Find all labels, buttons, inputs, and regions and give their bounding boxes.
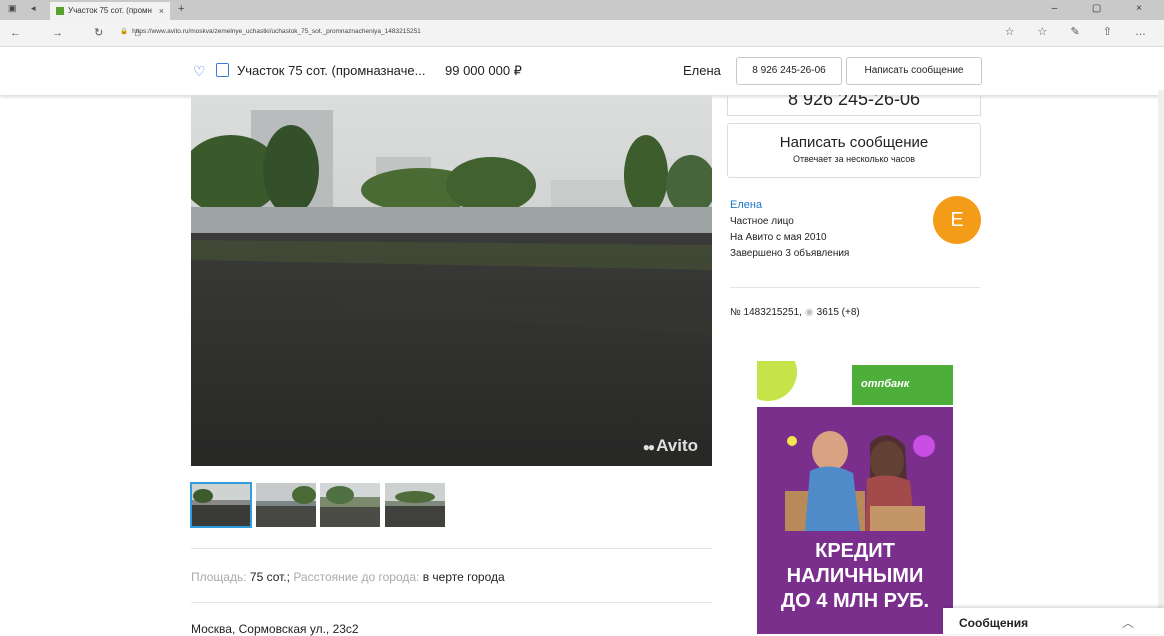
distance-value: в черте города: [422, 570, 505, 584]
view-count: 3615 (+8): [816, 307, 860, 318]
area-value: 75 сот.;: [249, 570, 290, 584]
listing-price: 99 000 000 ₽: [445, 63, 522, 78]
window-controls[interactable]: – ▢ ×: [1052, 3, 1158, 14]
banner-line-3: ДО 4 МЛН РУБ.: [780, 590, 930, 612]
ad-number: № 1483215251,: [730, 307, 802, 318]
sticky-header: ♡ Участок 75 сот. (промназначе... 99 000…: [0, 47, 1164, 95]
banner-text: КРЕДИТ НАЛИЧНЫМИ ДО 4 МЛН РУБ.: [757, 539, 953, 614]
area-label: Площадь:: [191, 570, 247, 584]
address-bar: ← → ↻ ⌂ 🔒 https://www.avito.ru/moskva/zem…: [0, 20, 1164, 47]
seller-name-link[interactable]: Елена: [730, 199, 762, 211]
scrollbar[interactable]: [1158, 90, 1164, 634]
write-message-button[interactable]: Написать сообщение: [846, 57, 982, 85]
browser-tab-bar: ▣ ◂ Участок 75 сот. (промн × + – ▢ ×: [0, 0, 1164, 20]
seller-since: На Авито с мая 2010: [730, 232, 827, 243]
messages-panel[interactable]: Сообщения ︿: [943, 608, 1164, 634]
bank-logo: отпбанк: [861, 378, 910, 390]
thumbnail-2[interactable]: [256, 483, 316, 527]
browser-tab[interactable]: Участок 75 сот. (промн ×: [50, 2, 170, 20]
url-field[interactable]: 🔒 https://www.avito.ru/moskva/zemelnye_uc…: [120, 27, 421, 35]
listing-params: Площадь: 75 сот.; Расстояние до города: …: [191, 570, 505, 584]
main-photo[interactable]: ●● Avito: [191, 95, 712, 466]
tab-close-icon[interactable]: ×: [159, 2, 164, 20]
new-tab-button[interactable]: +: [178, 3, 184, 15]
thumbnail-image: [191, 483, 251, 527]
thumbnail-1[interactable]: [190, 482, 252, 528]
toolbar-icons[interactable]: ☆ ☆ ✎ ⇧ …: [1005, 25, 1156, 38]
url-text: https://www.avito.ru/moskva/zemelnye_uch…: [132, 28, 421, 35]
distance-label: Расстояние до города:: [293, 570, 420, 584]
chevron-up-icon[interactable]: ︿: [1122, 614, 1134, 631]
avito-logo-icon: ●●: [642, 440, 655, 454]
thumbnail-image: [385, 483, 445, 527]
ad-number-views: № 1483215251, ◉ 3615 (+8): [730, 307, 860, 318]
divider: [191, 548, 712, 549]
eye-icon: ◉: [804, 307, 814, 318]
avito-watermark: ●● Avito: [643, 436, 698, 456]
seller-type: Частное лицо: [730, 216, 794, 227]
favorite-heart-icon[interactable]: ♡: [193, 63, 206, 80]
thumbnail-4[interactable]: [385, 483, 445, 527]
watermark-text: Avito: [656, 436, 698, 455]
couple-image: [785, 431, 925, 531]
divider: [191, 602, 712, 603]
land-plot-photo: [191, 95, 712, 466]
thumbnail-image: [320, 483, 380, 527]
banner-line-1: КРЕДИТ: [815, 540, 895, 562]
messages-label: Сообщения: [959, 616, 1029, 630]
seller-name-header[interactable]: Елена: [683, 63, 721, 78]
write-message-box[interactable]: Написать сообщение Отвечает за несколько…: [727, 123, 981, 178]
favicon-icon: [56, 6, 64, 15]
thumbnail-image: [256, 483, 316, 527]
response-time: Отвечает за несколько часов: [792, 154, 916, 164]
banner-line-2: НАЛИЧНЫМИ: [786, 565, 924, 587]
lock-icon: 🔒: [120, 28, 129, 35]
otp-bank-ad-banner[interactable]: отпбанк КРЕДИТ НАЛИЧНЫМИ ДО 4 МЛН РУБ.: [757, 361, 953, 634]
seller-avatar[interactable]: E: [933, 196, 981, 244]
divider: [730, 287, 980, 288]
show-phone-button[interactable]: 8 926 245-26-06: [736, 57, 842, 85]
thumbnail-3[interactable]: [320, 483, 380, 527]
tab-title: Участок 75 сот. (промн: [68, 6, 152, 15]
listing-title: Участок 75 сот. (промназначе...: [237, 63, 426, 78]
seller-completed: Завершено 3 объявления: [730, 248, 850, 259]
phone-number-box[interactable]: 8 926 245-26-06: [727, 95, 981, 116]
note-icon[interactable]: [216, 63, 229, 77]
write-message-title: Написать сообщение: [779, 134, 929, 151]
tab-actions-icon[interactable]: ▣ ◂: [8, 3, 42, 14]
